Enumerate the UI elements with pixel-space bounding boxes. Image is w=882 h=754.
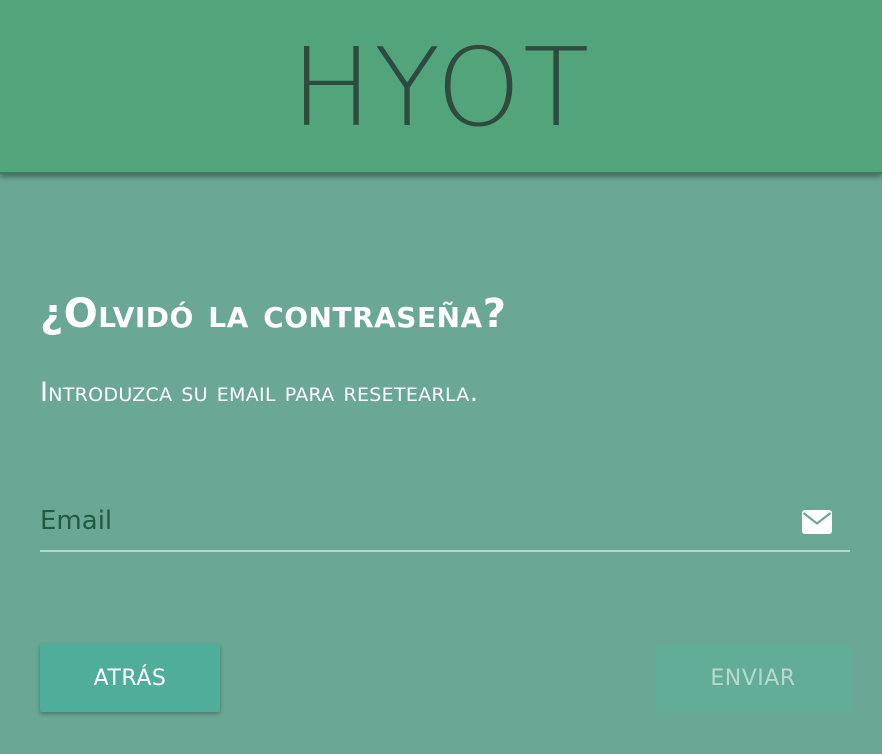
email-field-container xyxy=(40,498,850,552)
back-button[interactable]: Atrás xyxy=(40,644,220,712)
app-logo: HYOT xyxy=(290,26,592,151)
page-instructions: Introduzca su email para resetearla. xyxy=(40,377,479,408)
email-input[interactable] xyxy=(40,498,800,544)
send-button[interactable]: Enviar xyxy=(656,644,850,712)
app-header: HYOT xyxy=(0,0,882,174)
envelope-icon xyxy=(802,510,832,534)
page-title: ¿Olvidó la contraseña? xyxy=(40,291,507,337)
